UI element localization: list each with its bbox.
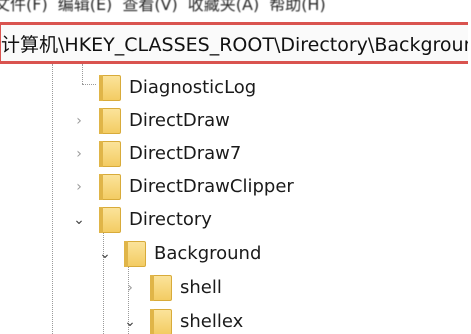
folder-icon <box>99 174 121 200</box>
address-path[interactable]: 计算机\HKEY_CLASSES_ROOT\Directory\Backgrou… <box>1 30 468 57</box>
folder-icon <box>150 309 172 334</box>
registry-tree: DiagnosticLog › DirectDraw › DirectDraw7… <box>0 64 471 334</box>
folder-icon <box>150 275 172 301</box>
tree-item-directdraw[interactable]: › DirectDraw <box>0 105 471 138</box>
menu-favorites[interactable]: 收藏夹(A) <box>188 0 259 15</box>
tree-item-diagnosticlog[interactable]: DiagnosticLog <box>0 72 471 105</box>
menu-view[interactable]: 查看(V) <box>122 0 177 15</box>
chevron-down-icon[interactable]: ⌄ <box>70 211 88 229</box>
tree-item-label: DirectDrawClipper <box>129 176 294 197</box>
tree-item-shell[interactable]: › shell <box>0 272 471 305</box>
folder-icon <box>99 75 121 101</box>
chevron-right-icon[interactable]: › <box>70 145 88 163</box>
tree-item-background[interactable]: ⌄ Background <box>0 238 471 271</box>
tree-item-label: DirectDraw <box>129 110 230 131</box>
chevron-down-icon[interactable]: ⌄ <box>121 313 139 331</box>
tree-item-directory[interactable]: ⌄ Directory <box>0 204 471 237</box>
tree-item-directdrawclipper[interactable]: › DirectDrawClipper <box>0 171 471 204</box>
address-bar[interactable]: 计算机\HKEY_CLASSES_ROOT\Directory\Backgrou… <box>0 22 468 64</box>
chevron-right-icon[interactable]: › <box>70 112 88 130</box>
folder-icon <box>99 108 121 134</box>
folder-icon <box>99 207 121 233</box>
folder-icon <box>99 141 121 167</box>
chevron-right-icon[interactable]: › <box>70 178 88 196</box>
tree-item-label: shell <box>180 277 222 298</box>
menu-bar: 文件(F) 编辑(E) 查看(V) 收藏夹(A) 帮助(H) <box>0 0 471 18</box>
tree-item-label: DirectDraw7 <box>129 143 242 164</box>
folder-icon <box>124 241 146 267</box>
chevron-right-icon[interactable]: › <box>121 279 139 297</box>
tree-item-directdraw7[interactable]: › DirectDraw7 <box>0 138 471 171</box>
menu-file[interactable]: 文件(F) <box>0 0 48 15</box>
tree-item-label: Directory <box>129 209 212 230</box>
tree-item-label: DiagnosticLog <box>129 77 257 98</box>
tree-item-label: shellex <box>180 311 244 332</box>
tree-item-shellex[interactable]: ⌄ shellex <box>0 306 471 334</box>
tree-item-label: Background <box>154 243 262 264</box>
chevron-down-icon[interactable]: ⌄ <box>96 245 114 263</box>
menu-edit[interactable]: 编辑(E) <box>58 0 113 15</box>
menu-help[interactable]: 帮助(H) <box>269 0 326 15</box>
